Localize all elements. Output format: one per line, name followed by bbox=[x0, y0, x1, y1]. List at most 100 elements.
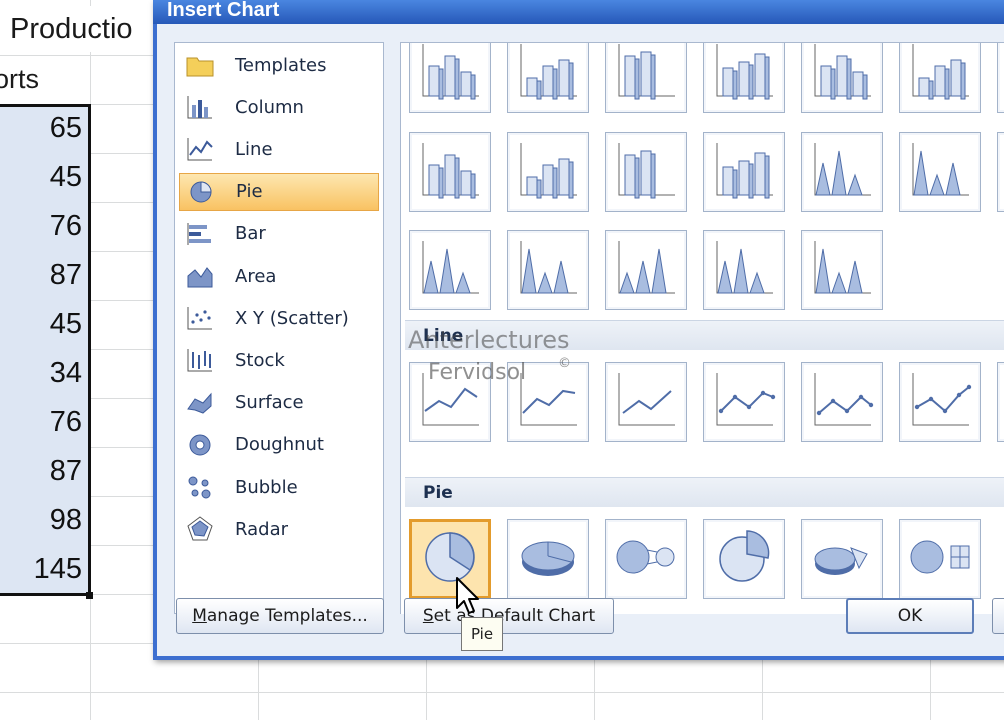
line-chart-thumbnail-icon bbox=[905, 367, 975, 437]
dialog-title[interactable]: Insert Chart bbox=[153, 0, 1004, 24]
pie-chart-thumbnail-icon bbox=[807, 524, 877, 594]
bar-chart-icon bbox=[183, 219, 217, 249]
ok-button[interactable]: OK bbox=[846, 598, 974, 634]
category-item-bar[interactable]: Bar bbox=[179, 215, 379, 253]
pie-subtype-thumb[interactable] bbox=[605, 519, 687, 599]
cell-value[interactable]: 145 bbox=[0, 545, 86, 594]
header-cell-production[interactable]: Productio bbox=[0, 6, 160, 52]
pyramid-subtype-thumb[interactable] bbox=[801, 230, 883, 310]
col-chart-thumbnail-icon bbox=[415, 137, 485, 207]
column-subtype-thumb[interactable] bbox=[409, 43, 491, 113]
doughnut-chart-icon bbox=[183, 430, 217, 460]
cell-value[interactable]: 87 bbox=[0, 447, 86, 496]
line-subtype-thumb[interactable] bbox=[997, 362, 1004, 442]
cell-value[interactable]: 76 bbox=[0, 202, 86, 251]
cone-chart-thumbnail-icon bbox=[415, 235, 485, 305]
cancel-button[interactable] bbox=[992, 598, 1004, 634]
column-subtype-thumb[interactable] bbox=[801, 43, 883, 113]
pie-subtype-thumb[interactable] bbox=[703, 519, 785, 599]
category-label: Line bbox=[235, 138, 273, 160]
pie-subtype-thumb[interactable] bbox=[899, 519, 981, 599]
category-item-pie[interactable]: Pie bbox=[179, 172, 379, 211]
category-label: Area bbox=[235, 265, 277, 287]
line-subtype-thumb[interactable] bbox=[899, 362, 981, 442]
line-chart-thumbnail-icon bbox=[807, 367, 877, 437]
line-subtype-thumb[interactable] bbox=[703, 362, 785, 442]
column-subtype-thumb[interactable] bbox=[899, 43, 981, 113]
category-item-area[interactable]: Area bbox=[179, 257, 379, 295]
category-item-surface[interactable]: Surface bbox=[179, 384, 379, 422]
cell-value[interactable]: 98 bbox=[0, 496, 86, 545]
cell-value[interactable]: 45 bbox=[0, 300, 86, 349]
column-subtype-thumb[interactable] bbox=[605, 132, 687, 212]
pie-chart-thumbnail-icon bbox=[905, 524, 975, 594]
category-item-doughnut[interactable]: Doughnut bbox=[179, 426, 379, 464]
set-as-default-chart-button[interactable]: Set as Default Chart bbox=[404, 598, 614, 634]
category-label: Pie bbox=[236, 181, 263, 203]
category-item-column[interactable]: Column bbox=[179, 88, 379, 126]
col-chart-thumbnail-icon bbox=[513, 137, 583, 207]
set-default-accesskey: S bbox=[422, 606, 434, 626]
column-subtype-thumb[interactable] bbox=[801, 132, 883, 212]
cone-chart-thumbnail-icon bbox=[905, 137, 975, 207]
cone-chart-thumbnail-icon bbox=[807, 137, 877, 207]
cell-value[interactable]: 65 bbox=[0, 104, 86, 153]
cell-value[interactable]: 34 bbox=[0, 349, 86, 398]
pyramid-subtype-thumb[interactable] bbox=[703, 230, 785, 310]
surface-chart-icon bbox=[183, 388, 217, 418]
col-chart-thumbnail-icon bbox=[415, 43, 485, 108]
category-label: Column bbox=[235, 96, 304, 118]
watermark-text: Anterlectures bbox=[408, 326, 570, 354]
column-subtype-thumb[interactable] bbox=[703, 43, 785, 113]
category-item-line[interactable]: Line bbox=[179, 130, 379, 168]
cone-chart-thumbnail-icon bbox=[611, 235, 681, 305]
column-subtype-thumb[interactable] bbox=[605, 43, 687, 113]
col-chart-thumbnail-icon bbox=[807, 43, 877, 108]
line-subtype-thumb[interactable] bbox=[801, 362, 883, 442]
column-subtype-thumb[interactable] bbox=[507, 132, 589, 212]
line-chart-icon bbox=[183, 134, 217, 164]
cell-value[interactable]: 87 bbox=[0, 251, 86, 300]
pyramid-subtype-thumb[interactable] bbox=[605, 230, 687, 310]
pie-chart-thumbnail-icon bbox=[709, 524, 779, 594]
column-chart-icon bbox=[183, 92, 217, 122]
category-item-radar[interactable]: Radar bbox=[179, 510, 379, 548]
column-header-cell[interactable]: orts bbox=[0, 55, 90, 104]
folder-icon bbox=[183, 50, 217, 80]
section-header-pie: Pie bbox=[405, 477, 1004, 507]
pie-tooltip: Pie bbox=[461, 617, 503, 651]
dialog-body: Templates Column Line Pie Bar Area X Y (Scatte… bbox=[157, 24, 1004, 656]
col-chart-thumbnail-icon bbox=[709, 43, 779, 108]
category-item-x-y-scatter[interactable]: X Y (Scatter) bbox=[179, 299, 379, 337]
category-label: Doughnut bbox=[235, 434, 324, 456]
category-item-bubble[interactable]: Bubble bbox=[179, 468, 379, 506]
column-subtype-thumb[interactable] bbox=[899, 132, 981, 212]
column-subtype-thumb[interactable] bbox=[997, 132, 1004, 212]
pie-chart-thumbnail-icon bbox=[611, 524, 681, 594]
pie-subtype-thumb[interactable] bbox=[801, 519, 883, 599]
category-item-templates[interactable]: Templates bbox=[179, 46, 379, 84]
column-subtype-thumb[interactable] bbox=[507, 43, 589, 113]
fill-handle[interactable] bbox=[86, 592, 93, 599]
col-chart-thumbnail-icon bbox=[905, 43, 975, 108]
line-subtype-thumb[interactable] bbox=[605, 362, 687, 442]
scatter-chart-icon bbox=[183, 303, 217, 333]
category-item-stock[interactable]: Stock bbox=[179, 341, 379, 379]
mouse-pointer-icon bbox=[456, 577, 479, 614]
column-subtype-thumb[interactable] bbox=[703, 132, 785, 212]
cell-value[interactable]: 76 bbox=[0, 398, 86, 447]
col-chart-thumbnail-icon bbox=[611, 137, 681, 207]
pyramid-subtype-thumb[interactable] bbox=[409, 230, 491, 310]
column-subtype-thumb[interactable] bbox=[409, 132, 491, 212]
manage-templates-button[interactable]: Manage Templates... bbox=[176, 598, 384, 634]
pie-chart-icon bbox=[184, 177, 218, 207]
cell-value[interactable]: 45 bbox=[0, 153, 86, 202]
pyramid-subtype-thumb[interactable] bbox=[507, 230, 589, 310]
category-label: Stock bbox=[235, 349, 285, 371]
area-chart-icon bbox=[183, 261, 217, 291]
column-subtype-thumb[interactable] bbox=[997, 43, 1004, 113]
category-label: Bubble bbox=[235, 476, 298, 498]
pie-subtype-thumb[interactable] bbox=[507, 519, 589, 599]
watermark-subtext: Fervidsol bbox=[428, 360, 527, 385]
col-chart-thumbnail-icon bbox=[513, 43, 583, 108]
